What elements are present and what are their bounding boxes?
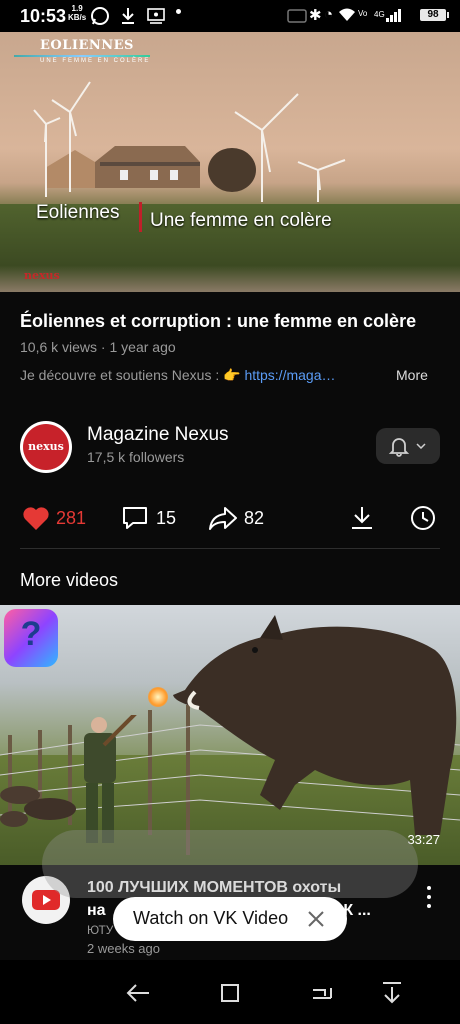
notification-dot-icon [176, 9, 181, 14]
bell-icon [388, 438, 410, 457]
switch-apps-icon[interactable] [311, 982, 333, 1004]
system-nav-bar [0, 960, 460, 1024]
video-item-age: 2 weeks ago [87, 941, 160, 956]
watch-later-clock-icon[interactable] [409, 504, 437, 532]
like-heart-icon[interactable] [22, 505, 50, 531]
divider [20, 548, 440, 549]
signal-icon [386, 9, 401, 22]
hero-caption-divider [139, 202, 142, 232]
video-item-menu-button[interactable] [422, 883, 436, 911]
question-badge-icon: ? [4, 609, 58, 667]
video-title: Éoliennes et corruption : une femme en c… [20, 311, 417, 331]
close-icon[interactable] [307, 910, 325, 928]
view-count: 10,6 k views [20, 339, 98, 355]
hero-caption-right: Une femme en colère [150, 210, 332, 231]
mute-icon: ◔ [324, 6, 334, 23]
status-bar: 10:53 1.9 KB/s ✱ ◔ Vo 4G 98 [0, 0, 460, 32]
video-item-title-line2-start: на [87, 902, 106, 919]
toast-backdrop [42, 830, 418, 898]
bluetooth-icon: ✱ [309, 7, 322, 24]
net-speed-value: 1.9 [71, 4, 83, 13]
chevron-down-icon [416, 443, 426, 449]
video-stats: 10,6 k views · 1 year ago [20, 339, 176, 355]
battery-icon: 98 [420, 9, 449, 21]
video-item-channel: ЮТУ [87, 923, 114, 937]
hero-brand-logo: nexus [24, 269, 60, 282]
upload-age: 1 year ago [109, 339, 176, 355]
stats-separator: · [97, 339, 110, 355]
share-icon[interactable] [208, 505, 238, 531]
nfc-icon [287, 9, 307, 23]
wild-boar-image [173, 615, 457, 835]
watch-on-vk-banner[interactable]: Watch on VK Video [113, 897, 347, 941]
volte-icon: Vo [358, 9, 368, 18]
hero-logo-subtitle: UNE FEMME EN COLÈRE [40, 58, 151, 64]
download-icon [122, 8, 134, 24]
channel-avatar[interactable]: nexus [20, 421, 72, 473]
back-icon[interactable] [125, 982, 151, 1004]
watch-on-vk-label: Watch on VK Video [133, 908, 289, 928]
channel-followers: 17,5 k followers [87, 449, 185, 465]
hero-logo-title: EOLIENNES [40, 38, 134, 53]
share-count: 82 [244, 508, 265, 528]
wifi-icon [339, 8, 355, 21]
network-type: 4G [374, 10, 385, 19]
hide-nav-down-icon[interactable] [381, 980, 403, 1006]
hero-caption-left: Eoliennes [36, 202, 120, 223]
description-text: Je découvre et soutiens Nexus : 👉 [20, 367, 245, 383]
net-speed-unit: KB/s [68, 13, 87, 22]
channel-name[interactable]: Magazine Nexus [87, 424, 229, 446]
video-description: Je découvre et soutiens Nexus : 👉 https:… [20, 367, 335, 384]
status-time: 10:53 [20, 6, 67, 26]
wind-turbines-image [33, 81, 346, 202]
download-icon[interactable] [349, 505, 375, 531]
more-button[interactable]: More [396, 367, 428, 383]
description-link[interactable]: https://maga… [244, 367, 335, 383]
channel-avatar-logo: nexus [23, 424, 69, 470]
like-count: 281 [56, 508, 87, 528]
net-speed: 1.9 KB/s [68, 4, 86, 22]
screen-cast-icon [147, 8, 165, 24]
notification-bell-button[interactable] [376, 428, 440, 464]
recents-icon[interactable] [219, 982, 241, 1004]
comment-count: 15 [156, 508, 177, 528]
more-videos-heading: More videos [20, 570, 119, 590]
comment-icon[interactable] [121, 505, 149, 531]
video-player[interactable]: EOLIENNES UNE FEMME EN COLÈRE Eoliennes … [0, 32, 460, 292]
hero-logo-line [14, 55, 150, 57]
whatsapp-icon [91, 7, 109, 25]
video-thumbnail[interactable]: ? 33:27 [0, 605, 460, 865]
